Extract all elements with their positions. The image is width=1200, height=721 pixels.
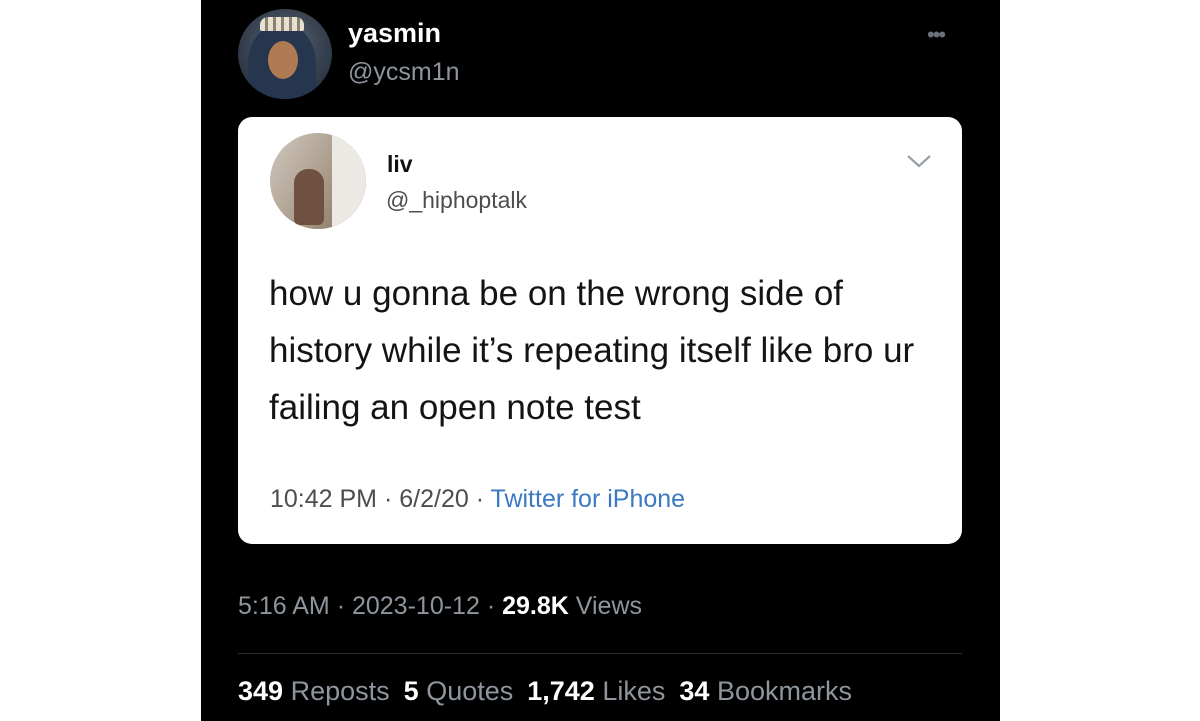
reposts-stat[interactable]: 349 Reposts: [238, 676, 390, 706]
divider: [238, 653, 962, 654]
tweet-time: 5:16 AM: [238, 592, 330, 620]
bookmarks-stat[interactable]: 34 Bookmarks: [679, 676, 852, 706]
author-name[interactable]: yasmin: [348, 18, 441, 49]
separator-dot: ·: [475, 485, 491, 513]
avatar-background: [332, 133, 366, 229]
quoted-tweet-card[interactable]: liv @_hiphoptalk how u gonna be on the w…: [238, 117, 962, 544]
separator-dot: ·: [336, 592, 352, 620]
quoted-time: 10:42 PM: [270, 485, 378, 513]
quoted-author-name[interactable]: liv: [387, 151, 413, 178]
quotes-label: Quotes: [426, 676, 514, 706]
quotes-count: 5: [403, 676, 419, 706]
views-label: Views: [575, 592, 643, 620]
tweet-date: 2023-10-12: [351, 592, 480, 620]
engagement-stats: 349 Reposts 5 Quotes 1,742 Likes 34 Bookmar…: [238, 676, 866, 707]
separator-dot: ·: [486, 592, 503, 620]
quoted-author-avatar[interactable]: [270, 133, 366, 229]
tweet-timestamp: 5:16 AM · 2023-10-12 · 29.8K Views: [238, 592, 642, 621]
likes-stat[interactable]: 1,742 Likes: [527, 676, 665, 706]
author-handle[interactable]: @ycsm1n: [348, 58, 460, 87]
bookmarks-count: 34: [679, 676, 710, 706]
separator-dot: ·: [383, 485, 400, 513]
chevron-down-icon[interactable]: [906, 153, 932, 169]
quoted-tweet-text: how u gonna be on the wrong side of hist…: [269, 274, 915, 427]
avatar-person: [294, 169, 324, 225]
quoted-tweet-meta: 10:42 PM · 6/2/20 · Twitter for iPhone: [270, 485, 685, 514]
avatar-face: [268, 41, 298, 79]
likes-count: 1,742: [527, 676, 595, 706]
quotes-stat[interactable]: 5 Quotes: [404, 676, 514, 706]
reposts-label: Reposts: [290, 676, 390, 706]
avatar-headpiece: [260, 17, 304, 31]
tweet-detail: yasmin @ycsm1n ••• liv @_hiphoptalk how …: [201, 0, 1000, 721]
likes-label: Likes: [602, 676, 666, 706]
ellipsis-icon[interactable]: •••: [927, 22, 946, 48]
quoted-date: 6/2/20: [399, 485, 469, 513]
views-count: 29.8K: [502, 592, 569, 620]
reposts-count: 349: [238, 676, 284, 706]
quoted-source-link[interactable]: Twitter for iPhone: [491, 485, 686, 513]
author-avatar[interactable]: [238, 9, 332, 99]
bookmarks-label: Bookmarks: [716, 676, 852, 706]
quoted-author-handle[interactable]: @_hiphoptalk: [386, 187, 527, 214]
